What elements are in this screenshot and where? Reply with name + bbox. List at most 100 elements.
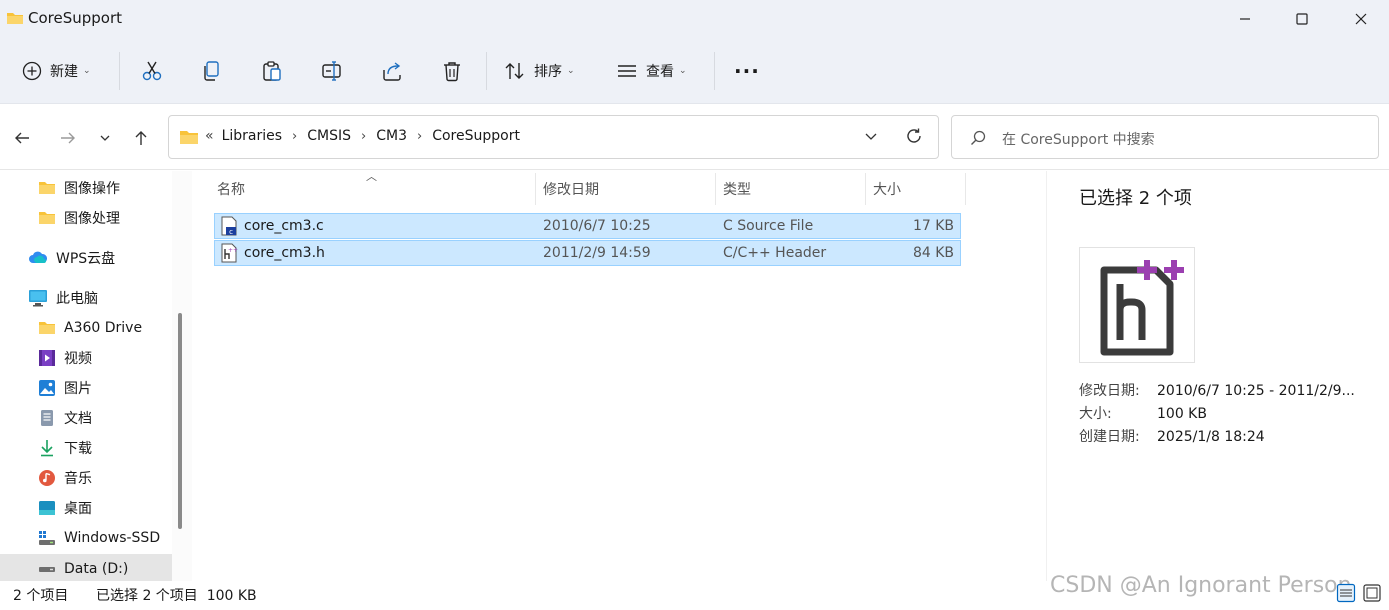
file-row[interactable]: ++ core_cm3.h 2011/2/9 14:59 C/C++ Heade… <box>214 240 961 266</box>
selection-title: 已选择 2 个项 <box>1079 188 1192 209</box>
column-divider[interactable] <box>715 173 716 205</box>
file-preview <box>1079 247 1195 363</box>
arrow-right-icon <box>61 132 75 144</box>
large-icons-view-button[interactable] <box>1360 581 1384 605</box>
nav-item-documents[interactable]: 文档 <box>38 404 92 432</box>
chevron-right-icon[interactable]: › <box>361 129 366 144</box>
window-title: CoreSupport <box>28 9 123 27</box>
search-input[interactable]: 在 CoreSupport 中搜索 <box>1002 129 1155 149</box>
share-button[interactable] <box>381 52 403 90</box>
nav-item-desktop[interactable]: 桌面 <box>38 494 92 522</box>
folder-icon <box>180 131 198 144</box>
rename-icon <box>322 61 341 81</box>
column-header-type[interactable]: 类型 <box>723 171 751 207</box>
maximize-icon <box>1296 13 1308 25</box>
chevron-right-icon[interactable]: › <box>292 129 297 144</box>
picture-icon <box>39 380 55 396</box>
nav-item-pictures[interactable]: 图片 <box>38 374 92 402</box>
toolbar-divider <box>486 52 487 90</box>
file-size: 17 KB <box>912 218 954 234</box>
toolbar-divider <box>714 52 715 90</box>
close-button[interactable] <box>1334 0 1388 38</box>
breadcrumb-item[interactable]: CoreSupport <box>432 128 520 144</box>
address-dropdown-button[interactable] <box>863 128 879 148</box>
file-type: C/C++ Header <box>723 245 827 261</box>
search-box[interactable]: 在 CoreSupport 中搜索 <box>951 115 1379 159</box>
delete-icon <box>444 62 460 82</box>
forward-button[interactable] <box>56 126 80 150</box>
nav-item-music[interactable]: 音乐 <box>38 464 92 492</box>
nav-item-image-processing[interactable]: 图像处理 <box>38 204 120 232</box>
nav-item-a360-drive[interactable]: A360 Drive <box>38 314 142 342</box>
sort-button[interactable]: 排序 ⌄ <box>504 52 575 90</box>
breadcrumb-item[interactable]: CMSIS <box>307 128 351 144</box>
address-bar[interactable]: « Libraries › CMSIS › CM3 › CoreSupport <box>168 115 939 159</box>
maximize-button[interactable] <box>1275 0 1329 38</box>
file-list: ︿ 名称 修改日期 类型 大小 c core_cm3.c 2010/6/7 10… <box>192 170 1046 581</box>
refresh-icon <box>907 128 921 143</box>
address-row: « Libraries › CMSIS › CM3 › CoreSupport … <box>0 104 1389 170</box>
chevron-right-icon[interactable]: › <box>417 129 422 144</box>
music-icon <box>39 470 55 486</box>
close-icon <box>1355 13 1367 25</box>
file-date: 2011/2/9 14:59 <box>543 245 651 261</box>
new-button[interactable]: 新建 ⌄ <box>22 52 91 90</box>
details-pane: 已选择 2 个项 修改日期: 2010/6/7 10:25 - 2011/2/9.… <box>1046 171 1389 581</box>
more-button[interactable]: ··· <box>734 52 760 90</box>
nav-item-windows-ssd[interactable]: Windows-SSD <box>38 524 160 552</box>
nav-item-image-ops[interactable]: 图像操作 <box>38 174 120 202</box>
file-size: 84 KB <box>912 245 954 261</box>
breadcrumb-overflow[interactable]: « <box>205 128 214 144</box>
cut-button[interactable] <box>141 52 163 90</box>
nav-item-this-pc[interactable]: 此电脑 <box>28 284 98 312</box>
column-divider[interactable] <box>535 173 536 205</box>
column-header-name[interactable]: 名称 <box>217 171 245 207</box>
nav-item-label: 图片 <box>64 381 92 397</box>
paste-button[interactable] <box>261 52 283 90</box>
search-icon <box>971 130 986 145</box>
delete-button[interactable] <box>441 52 463 90</box>
new-label: 新建 <box>50 64 78 80</box>
refresh-button[interactable] <box>905 127 923 149</box>
breadcrumb-item[interactable]: CM3 <box>376 128 407 144</box>
chevron-down-icon <box>865 133 877 140</box>
copy-button[interactable] <box>201 52 223 90</box>
c-header-file-icon <box>1100 260 1184 356</box>
nav-item-data-drive[interactable]: Data (D:) <box>0 554 172 581</box>
rename-button[interactable] <box>321 52 343 90</box>
nav-item-label: WPS云盘 <box>56 251 116 267</box>
nav-item-label: 下载 <box>64 441 92 457</box>
nav-item-wps-cloud[interactable]: WPS云盘 <box>28 244 115 272</box>
detail-value: 2025/1/8 18:24 <box>1157 429 1265 445</box>
column-divider[interactable] <box>965 173 966 205</box>
folder-icon <box>39 322 55 334</box>
view-button[interactable]: 查看 ⌄ <box>616 52 687 90</box>
chevron-down-icon: ⌄ <box>83 66 91 76</box>
file-date: 2010/6/7 10:25 <box>543 218 651 234</box>
nav-item-videos[interactable]: 视频 <box>38 344 92 372</box>
more-icon: ··· <box>734 59 760 83</box>
up-button[interactable] <box>129 126 153 150</box>
watermark: CSDN @An Ignorant Person <box>1050 573 1352 598</box>
cut-icon <box>142 61 162 81</box>
nav-item-downloads[interactable]: 下载 <box>38 434 92 462</box>
drive-icon <box>39 567 55 572</box>
toolbar-divider <box>119 52 120 90</box>
video-icon <box>39 350 55 366</box>
desktop-icon <box>39 501 55 515</box>
column-header-size[interactable]: 大小 <box>873 171 901 207</box>
column-divider[interactable] <box>865 173 866 205</box>
c-source-file-icon: c <box>221 216 237 236</box>
nav-item-label: 图像处理 <box>64 211 120 227</box>
computer-icon <box>29 290 47 307</box>
details-view-icon <box>1336 583 1356 603</box>
scrollbar-thumb[interactable] <box>178 313 182 529</box>
nav-scrollbar[interactable] <box>172 171 192 581</box>
breadcrumb-item[interactable]: Libraries <box>222 128 282 144</box>
minimize-button[interactable] <box>1218 0 1272 38</box>
column-header-date[interactable]: 修改日期 <box>543 171 599 207</box>
back-button[interactable] <box>10 126 34 150</box>
details-view-button[interactable] <box>1334 581 1358 605</box>
file-row[interactable]: c core_cm3.c 2010/6/7 10:25 C Source Fil… <box>214 213 961 239</box>
recent-locations-button[interactable] <box>93 126 117 150</box>
